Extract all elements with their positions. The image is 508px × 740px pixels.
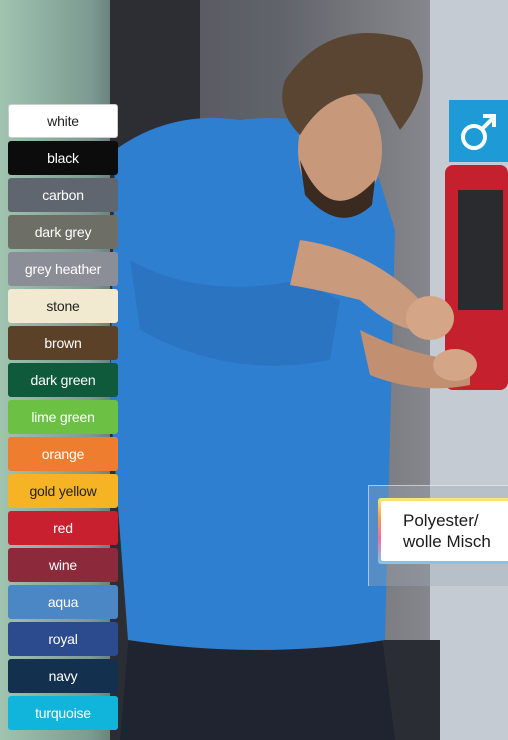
- color-swatch-stone[interactable]: stone: [8, 289, 118, 323]
- material-line-2: wolle Misch: [403, 532, 491, 551]
- color-swatch-royal[interactable]: royal: [8, 622, 118, 656]
- gender-badge: [449, 100, 508, 162]
- color-swatch-wine[interactable]: wine: [8, 548, 118, 582]
- material-line-1: Polyester/: [403, 511, 479, 530]
- male-symbol-icon: [460, 114, 496, 150]
- hand-left: [406, 296, 454, 340]
- color-swatch-navy[interactable]: navy: [8, 659, 118, 693]
- material-label-inner: Polyester/ wolle Misch: [381, 501, 508, 561]
- material-label: Polyester/ wolle Misch: [378, 498, 508, 564]
- color-swatch-brown[interactable]: brown: [8, 326, 118, 360]
- color-swatch-dark-grey[interactable]: dark grey: [8, 215, 118, 249]
- color-swatch-lime-green[interactable]: lime green: [8, 400, 118, 434]
- color-swatch-white[interactable]: white: [8, 104, 118, 138]
- color-swatch-black[interactable]: black: [8, 141, 118, 175]
- color-swatch-list: white black carbon dark grey grey heather sto…: [8, 104, 118, 730]
- color-swatch-aqua[interactable]: aqua: [8, 585, 118, 619]
- color-swatch-orange[interactable]: orange: [8, 437, 118, 471]
- color-swatch-gold-yellow[interactable]: gold yellow: [8, 474, 118, 508]
- color-swatch-carbon[interactable]: carbon: [8, 178, 118, 212]
- color-swatch-red[interactable]: red: [8, 511, 118, 545]
- color-swatch-dark-green[interactable]: dark green: [8, 363, 118, 397]
- phone-box-panel: [458, 190, 503, 310]
- color-swatch-grey-heather[interactable]: grey heather: [8, 252, 118, 286]
- color-swatch-turquoise[interactable]: turquoise: [8, 696, 118, 730]
- hand-right: [433, 349, 477, 381]
